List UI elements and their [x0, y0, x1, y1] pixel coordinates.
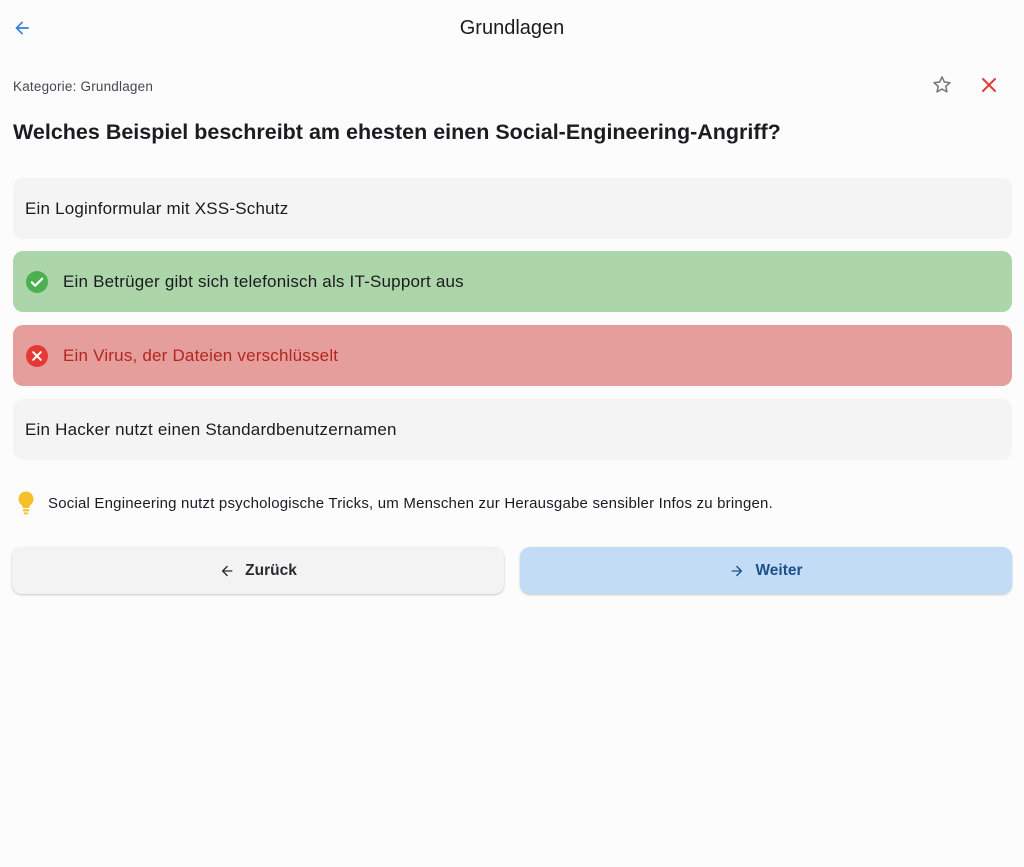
hint-row: Social Engineering nutzt psychologische … [16, 490, 1006, 516]
category-label: Kategorie: Grundlagen [13, 79, 154, 94]
answer-option[interactable]: Ein Hacker nutzt einen Standardbenutzern… [13, 399, 1012, 460]
back-button-label: Zurück [245, 561, 297, 579]
answer-option-correct[interactable]: Ein Betrüger gibt sich telefonisch als I… [13, 251, 1012, 312]
question-text: Welches Beispiel beschreibt am ehesten e… [13, 120, 781, 144]
answer-option[interactable]: Ein Loginformular mit XSS-Schutz [13, 178, 1012, 239]
hint-text: Social Engineering nutzt psychologische … [48, 494, 773, 512]
answer-option-label: Ein Loginformular mit XSS-Schutz [25, 198, 289, 218]
close-icon[interactable] [976, 72, 1002, 98]
answer-option-wrong[interactable]: Ein Virus, der Dateien verschlüsselt [13, 325, 1012, 386]
lightbulb-icon [16, 490, 36, 516]
answer-option-label: Ein Virus, der Dateien verschlüsselt [63, 345, 339, 365]
next-button[interactable]: Weiter [520, 547, 1012, 594]
page-title: Grundlagen [459, 17, 565, 39]
app-bar: Grundlagen [0, 0, 1024, 56]
arrow-left-icon [219, 563, 235, 579]
question-meta-row: Kategorie: Grundlagen [13, 76, 1011, 98]
answer-option-label: Ein Betrüger gibt sich telefonisch als I… [63, 271, 464, 291]
star-icon[interactable] [929, 72, 955, 98]
back-button[interactable]: Zurück [12, 547, 504, 594]
arrow-right-icon [729, 563, 745, 579]
next-button-label: Weiter [755, 561, 803, 579]
answer-option-label: Ein Hacker nutzt einen Standardbenutzern… [25, 419, 397, 439]
check-circle-icon [25, 270, 49, 294]
cancel-circle-icon [25, 344, 49, 368]
